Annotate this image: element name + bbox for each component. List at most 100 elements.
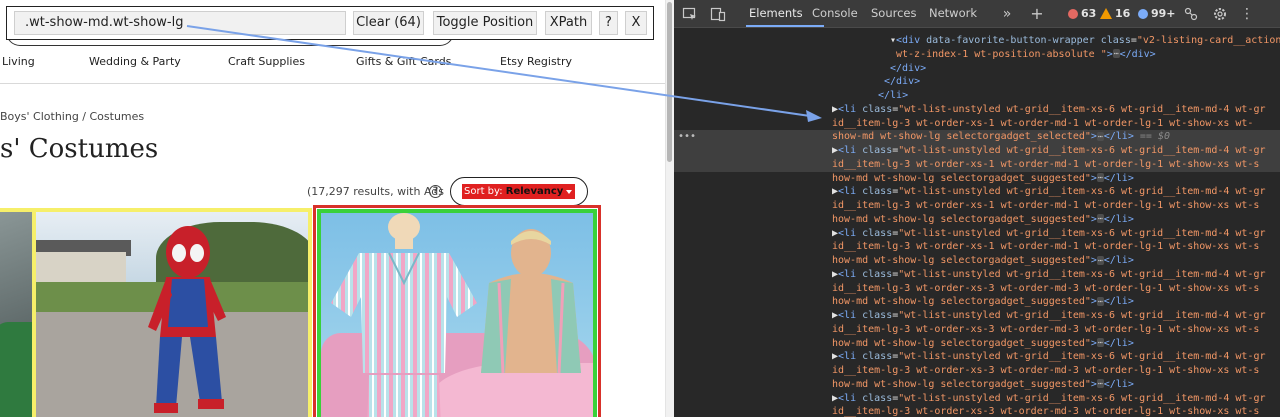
product-card[interactable] (0, 208, 36, 417)
dom-node-line[interactable]: id__item-lg-3 wt-order-xs-1 wt-order-md-… (674, 117, 1274, 131)
more-options-icon[interactable]: ⋮ (1239, 6, 1255, 22)
product-card-selected[interactable] (313, 205, 601, 417)
device-toolbar-icon[interactable] (710, 6, 726, 22)
dom-line-part: class (862, 227, 893, 239)
tab-network[interactable]: Network (929, 6, 977, 20)
warning-icon (1100, 8, 1112, 19)
dom-line-part: id__item-lg-3 wt-order-xs-3 wt-order-md-… (832, 282, 1260, 294)
dom-line-part: "wt-list-unstyled wt-grid__item-xs-6 wt-… (898, 351, 1266, 363)
customize-icon[interactable] (1183, 6, 1199, 22)
dom-line-part: "wt-list-unstyled wt-grid__item-xs-6 wt-… (898, 103, 1266, 115)
more-tabs-icon[interactable]: » (999, 6, 1015, 22)
dom-node-line[interactable]: id__item-lg-3 wt-order-xs-3 wt-order-md-… (674, 323, 1274, 337)
dom-line-part: <li (838, 351, 863, 363)
dom-line-part: </li> (1103, 213, 1134, 225)
dom-line-part: "wt-list-unstyled wt-grid__item-xs-6 wt-… (898, 392, 1266, 404)
dom-line-part: == $0 (1133, 131, 1170, 143)
dom-node-line[interactable]: ▶<li class="wt-list-unstyled wt-grid__it… (674, 392, 1274, 406)
dom-node-line[interactable]: id__item-lg-3 wt-order-xs-1 wt-order-md-… (674, 199, 1274, 213)
dom-node-line[interactable]: how-md wt-show-lg selectorgadget_suggest… (674, 254, 1274, 268)
dom-line-part: class (862, 268, 893, 280)
dom-line-part: </li> (1103, 172, 1134, 184)
toggle-position-button[interactable]: Toggle Position (433, 11, 537, 35)
add-tab-icon[interactable]: + (1029, 6, 1045, 22)
dom-node-line[interactable]: wt-z-index-1 wt-position-absolute ">⋯</d… (700, 48, 1280, 62)
dom-node-line[interactable]: ▶<li class="wt-list-unstyled wt-grid__it… (674, 144, 1274, 158)
nav-item-living[interactable]: Living (2, 55, 35, 68)
dom-node-line[interactable]: id__item-lg-3 wt-order-xs-1 wt-order-md-… (674, 158, 1274, 172)
sort-prefix: Sort by: (464, 186, 506, 197)
selector-gadget-toolbar: .wt-show-md.wt-show-lg Clear (64) Toggle… (6, 6, 654, 40)
dom-node-line[interactable]: </div> (700, 75, 1280, 89)
elements-dom-tree[interactable]: ••• ▾<div data-favorite-button-wrapper c… (674, 29, 1280, 417)
dom-line-part: </div> (890, 62, 927, 74)
tab-elements[interactable]: Elements (749, 6, 803, 20)
dom-line-part: <li (838, 103, 863, 115)
page-scrollbar-thumb[interactable] (667, 2, 672, 162)
dom-line-part: <li (838, 227, 863, 239)
dom-line-part: </li> (1103, 378, 1134, 390)
clear-button[interactable]: Clear (64) (353, 11, 424, 35)
striped-pajama-outfit-image (331, 213, 477, 417)
tab-sources[interactable]: Sources (871, 6, 917, 20)
dom-node-line[interactable]: how-md wt-show-lg selectorgadget_suggest… (674, 378, 1274, 392)
selector-input[interactable]: .wt-show-md.wt-show-lg (14, 11, 346, 35)
dom-line-part: </li> (1103, 255, 1134, 266)
dom-node-line[interactable]: id__item-lg-3 wt-order-xs-3 wt-order-md-… (674, 282, 1274, 296)
dom-line-part: </div> (1119, 48, 1156, 60)
nav-item-craft-supplies[interactable]: Craft Supplies (228, 55, 305, 68)
dom-node-line[interactable]: id__item-lg-3 wt-order-xs-3 wt-order-md-… (674, 364, 1274, 378)
xpath-button[interactable]: XPath (545, 11, 592, 35)
dom-node-line[interactable]: how-md wt-show-lg selectorgadget_suggest… (674, 172, 1274, 186)
dom-node-line[interactable]: ▾<div data-favorite-button-wrapper class… (700, 34, 1280, 48)
dom-node-line[interactable]: </div> (700, 62, 1280, 76)
dom-line-part: "wt-list-unstyled wt-grid__item-xs-6 wt-… (898, 227, 1266, 239)
dom-line-part: "wt-list-unstyled wt-grid__item-xs-6 wt-… (898, 145, 1266, 156)
close-button[interactable]: X (625, 11, 647, 35)
question-circle-icon[interactable]: ? (429, 185, 442, 198)
breadcrumb[interactable]: Boys' Clothing / Costumes (0, 110, 144, 123)
nav-item-etsy-registry[interactable]: Etsy Registry (500, 55, 572, 68)
dom-node-line[interactable]: ▶<li class="wt-list-unstyled wt-grid__it… (674, 103, 1274, 117)
dom-line-part: class (1100, 35, 1131, 46)
dom-line-part: show-md wt-show-lg selectorgadget_select… (832, 131, 1091, 143)
web-page: .wt-show-md.wt-show-lg Clear (64) Toggle… (0, 0, 665, 417)
dom-line-part: id__item-lg-3 wt-order-xs-3 wt-order-md-… (832, 406, 1260, 417)
selected-highlight (317, 209, 597, 417)
dom-node-line[interactable]: ▶<li class="wt-list-unstyled wt-grid__it… (674, 350, 1274, 364)
dom-node-line[interactable]: how-md wt-show-lg selectorgadget_suggest… (674, 295, 1274, 309)
dom-node-line[interactable]: ▶<li class="wt-list-unstyled wt-grid__it… (674, 268, 1274, 282)
dom-node-line[interactable]: how-md wt-show-lg selectorgadget_suggest… (674, 213, 1274, 227)
help-button[interactable]: ? (599, 11, 618, 35)
dom-node-line[interactable]: id__item-lg-3 wt-order-xs-3 wt-order-md-… (674, 405, 1274, 417)
dom-node-line[interactable]: ▶<li class="wt-list-unstyled wt-grid__it… (674, 227, 1274, 241)
dom-line-part: "v2-listing-card__actions (1136, 35, 1280, 46)
sort-dropdown[interactable]: Sort by: Relevancy (462, 184, 575, 199)
dom-line-part: id__item-lg-3 wt-order-xs-1 wt-order-md-… (832, 200, 1260, 211)
issues-count[interactable]: 99+ (1151, 7, 1176, 20)
product-card[interactable] (36, 208, 312, 417)
dom-line-part: ⋯ (1096, 173, 1104, 182)
dom-line-part: class (862, 392, 893, 404)
warnings-count[interactable]: 16 (1115, 7, 1130, 20)
dom-line-part: <li (838, 186, 863, 198)
dom-node-line[interactable]: id__item-lg-3 wt-order-xs-1 wt-order-md-… (674, 240, 1274, 254)
dom-node-line[interactable]: how-md wt-show-lg selectorgadget_suggest… (674, 337, 1274, 351)
dom-line-part: ⋯ (1096, 214, 1104, 224)
dom-node-line[interactable]: ▶<li class="wt-list-unstyled wt-grid__it… (674, 309, 1274, 323)
tab-console[interactable]: Console (812, 6, 858, 20)
settings-icon[interactable] (1212, 6, 1228, 22)
inspect-element-icon[interactable] (682, 6, 698, 22)
product-image (0, 212, 32, 332)
category-nav: Living Wedding & Party Craft Supplies Gi… (0, 55, 665, 75)
dom-node-line[interactable]: </li> (700, 89, 1280, 103)
dom-node-line[interactable]: show-md wt-show-lg selectorgadget_select… (674, 130, 1274, 144)
errors-count[interactable]: 63 (1081, 7, 1096, 20)
dom-line-part: ⋯ (1112, 49, 1120, 59)
dom-line-part: "wt-list-unstyled wt-grid__item-xs-6 wt-… (898, 268, 1266, 280)
dom-node-line[interactable]: ▶<li class="wt-list-unstyled wt-grid__it… (674, 185, 1274, 199)
nav-item-gifts-gift-cards[interactable]: Gifts & Gift Cards (356, 55, 451, 68)
dom-line-part: </li> (878, 90, 909, 101)
nav-item-wedding-party[interactable]: Wedding & Party (89, 55, 181, 68)
caret-down-icon (566, 190, 572, 194)
